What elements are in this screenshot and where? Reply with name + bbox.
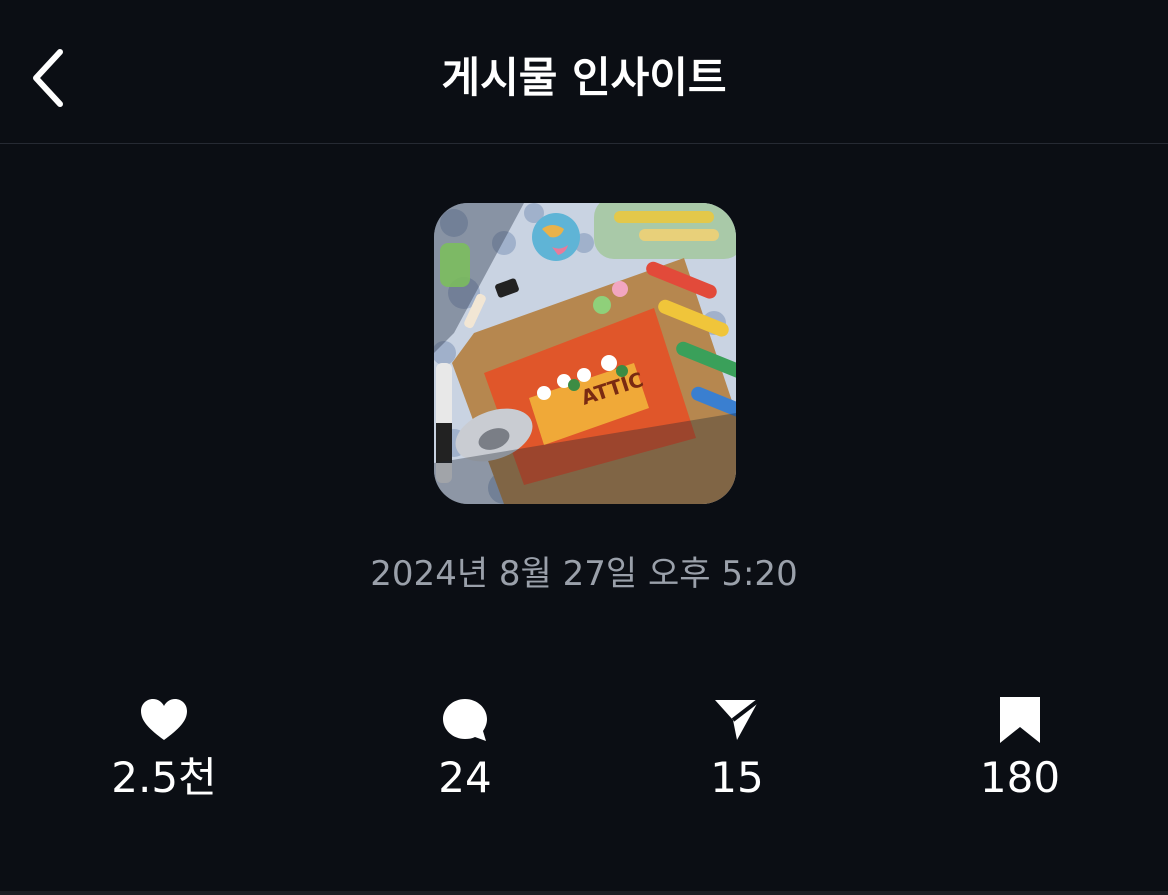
post-date: 2024년 8월 27일 오후 5:20 [370,554,798,594]
shares-count: 15 [710,753,764,802]
header-bar: 게시물 인사이트 [0,0,1168,144]
post-insights-screen: 게시물 인사이트 ATTIC 2024년 8월 27일 오후 5:20 2.5천… [0,0,1168,895]
post-image: ATTIC [434,203,736,504]
comment-bubble-icon [441,690,489,750]
saves-count: 180 [979,753,1061,802]
shares-stat[interactable]: 15 [617,690,857,804]
likes-stat[interactable]: 2.5천 [44,690,284,804]
bookmark-icon [998,690,1042,750]
paper-plane-icon [713,690,761,750]
comments-count: 24 [438,753,492,802]
likes-count: 2.5천 [111,753,217,802]
heart-icon [139,690,189,750]
bottom-divider [0,891,1168,895]
page-title: 게시물 인사이트 [441,53,727,102]
saves-stat[interactable]: 180 [900,690,1140,804]
post-thumbnail[interactable]: ATTIC [434,203,736,504]
comments-stat[interactable]: 24 [345,690,585,804]
